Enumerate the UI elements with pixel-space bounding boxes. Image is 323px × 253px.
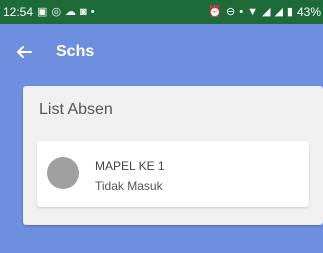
instagram-icon: ◙	[80, 5, 87, 18]
app-bar-title: Schs	[56, 43, 95, 60]
status-time: 12:54	[3, 5, 34, 19]
back-button[interactable]	[12, 40, 36, 64]
cloud-icon: ☁	[65, 5, 77, 18]
list-item[interactable]: MAPEL KE 1 Tidak Masuk	[37, 141, 309, 207]
alarm-icon: ⏰	[208, 5, 222, 18]
image-notification-icon: ▣	[37, 5, 48, 18]
whatsapp-icon: ◎	[51, 5, 62, 18]
signal-icon: ◢	[261, 5, 271, 18]
signal-icon: ◢	[274, 5, 283, 18]
avatar	[47, 157, 79, 189]
wifi-icon: ▼	[247, 5, 258, 18]
list-item-title: MAPEL KE 1	[95, 159, 165, 173]
app-bar: Schs	[0, 24, 323, 80]
card-title: List Absen	[39, 101, 113, 118]
status-bar: 12:54 ▣ ◎ ☁ ◙ • ⏰ ⊖ • ▼ ◢ ◢ ▮ 43%	[0, 0, 323, 24]
battery-icon: ▮	[286, 5, 293, 18]
status-bar-left: 12:54 ▣ ◎ ☁ ◙ •	[3, 5, 95, 19]
status-bar-right: ⏰ ⊖ • ▼ ◢ ◢ ▮ 43%	[208, 5, 321, 19]
do-not-disturb-icon: ⊖	[226, 5, 236, 18]
dot-icon: •	[239, 5, 244, 18]
absen-card: List Absen MAPEL KE 1 Tidak Masuk	[23, 86, 323, 225]
dot-icon: •	[90, 5, 95, 18]
list-item-subtitle: Tidak Masuk	[95, 179, 163, 193]
arrow-left-icon	[17, 46, 32, 58]
battery-percent: 43%	[296, 5, 321, 19]
